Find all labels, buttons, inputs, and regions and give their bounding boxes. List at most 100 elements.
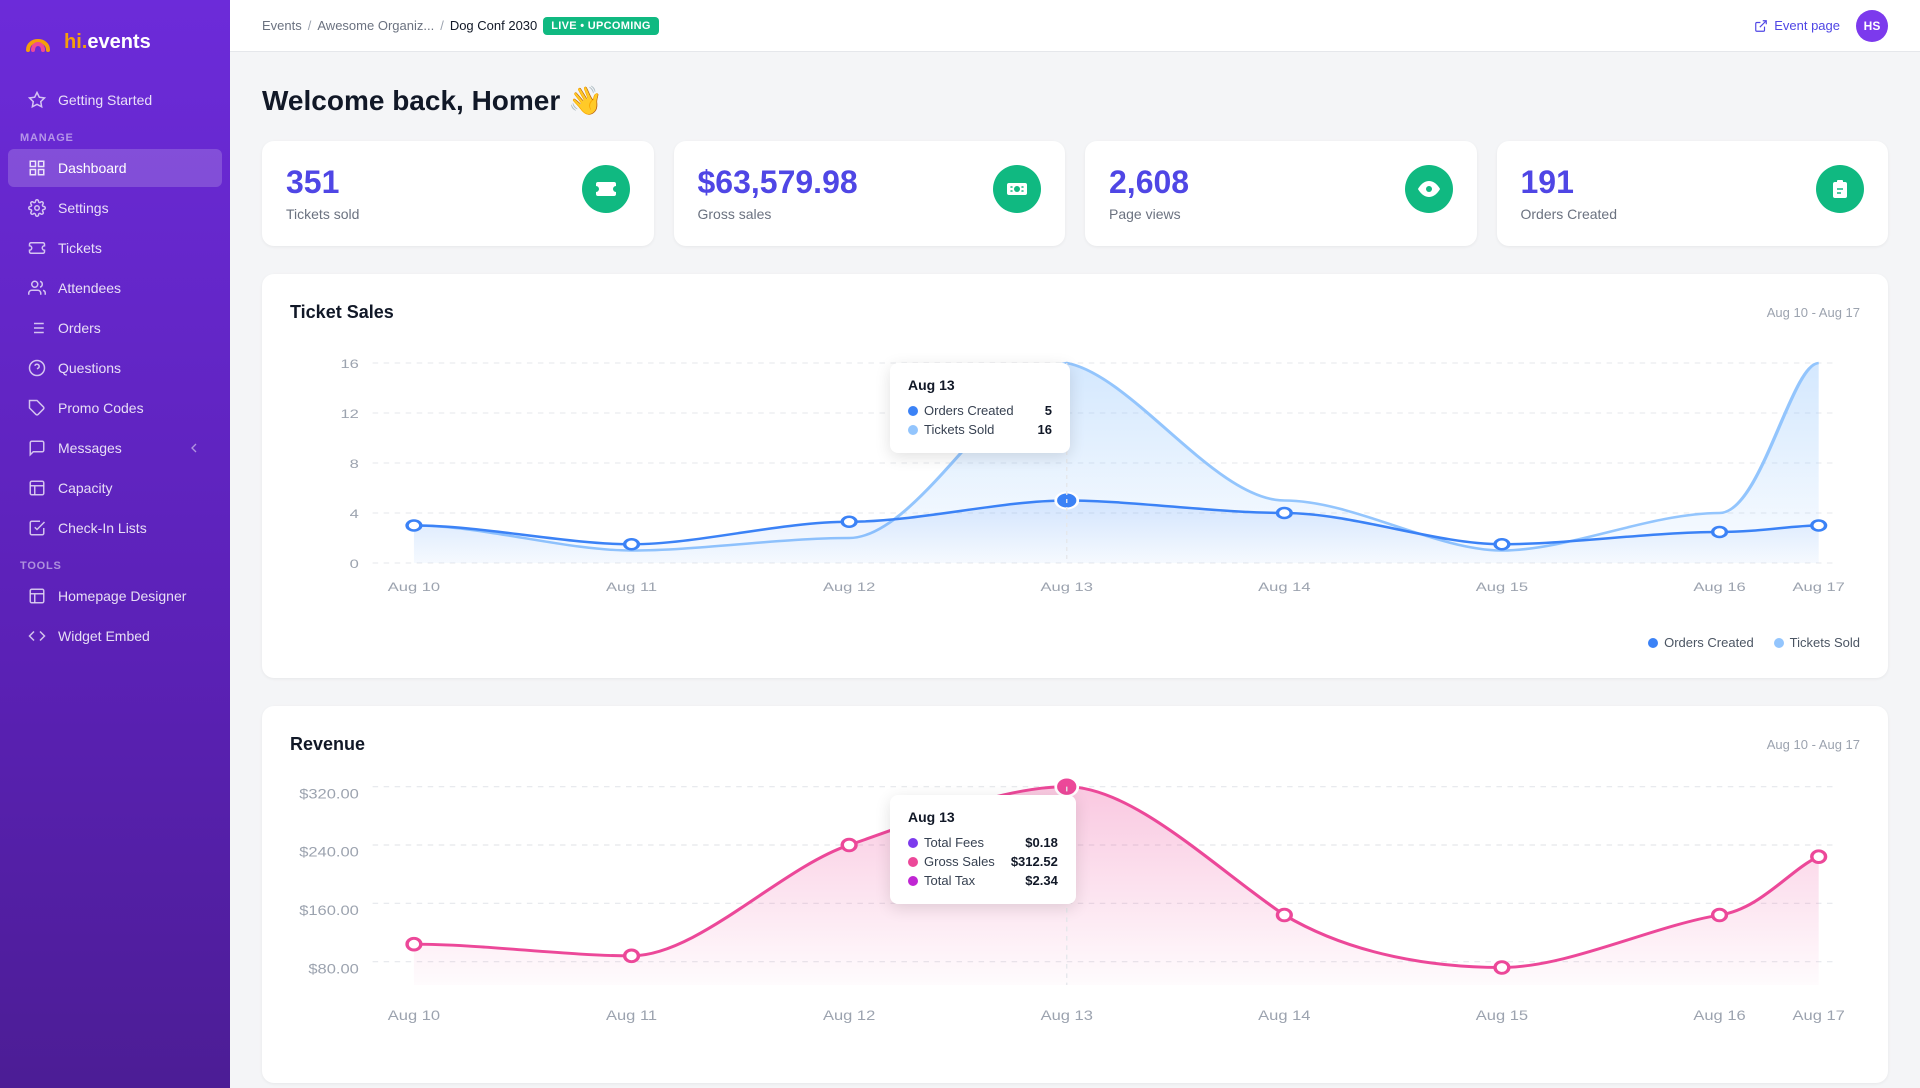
- question-icon: [28, 359, 46, 377]
- svg-text:Aug 11: Aug 11: [606, 581, 657, 594]
- stat-value-tickets: 351: [286, 165, 359, 200]
- sidebar-item-widget-embed[interactable]: Widget Embed: [8, 617, 222, 655]
- legend-tickets-label: Tickets Sold: [1790, 635, 1860, 650]
- checkin-icon: [28, 519, 46, 537]
- chart-legend: Orders Created Tickets Sold: [290, 635, 1860, 650]
- sidebar-item-promo-codes[interactable]: Promo Codes: [8, 389, 222, 427]
- legend-tickets-dot: [1774, 638, 1784, 648]
- tooltip-orders-label: Orders Created: [924, 403, 1014, 418]
- stat-label-orders: Orders Created: [1521, 206, 1617, 222]
- sidebar-item-label: Settings: [58, 200, 109, 216]
- sidebar-item-label: Questions: [58, 360, 121, 376]
- designer-icon: [28, 587, 46, 605]
- stat-label-sales: Gross sales: [698, 206, 858, 222]
- tooltip-fees-value: $0.18: [1025, 835, 1058, 850]
- sidebar-item-tickets[interactable]: Tickets: [8, 229, 222, 267]
- legend-orders-created: Orders Created: [1648, 635, 1754, 650]
- svg-text:Aug 13: Aug 13: [1041, 581, 1093, 594]
- sidebar-item-label: Attendees: [58, 280, 121, 296]
- stat-value-orders: 191: [1521, 165, 1617, 200]
- svg-text:$80.00: $80.00: [308, 962, 358, 978]
- stat-card-tickets: 351 Tickets sold: [262, 141, 654, 246]
- grid-icon: [28, 159, 46, 177]
- stat-card-sales: $63,579.98 Gross sales: [674, 141, 1066, 246]
- ticket-sales-date-range: Aug 10 - Aug 17: [1767, 305, 1860, 320]
- avatar: HS: [1856, 10, 1888, 42]
- breadcrumb-event: Dog Conf 2030: [450, 18, 537, 33]
- sidebar-item-label: Widget Embed: [58, 628, 150, 644]
- tickets-dot: [908, 425, 918, 435]
- svg-text:Aug 14: Aug 14: [1258, 1008, 1311, 1024]
- sidebar-item-label: Orders: [58, 320, 101, 336]
- sidebar-item-dashboard[interactable]: Dashboard: [8, 149, 222, 187]
- ticket-sales-title: Ticket Sales: [290, 302, 394, 323]
- star-icon: [28, 91, 46, 109]
- ticket-sales-chart-area: 0 4 8 12 16 Aug 10 Aug 11 Aug 12 Aug 13 …: [290, 343, 1860, 623]
- revenue-tooltip: Aug 13 Total Fees $0.18 Gross Sales: [890, 795, 1076, 904]
- svg-text:$320.00: $320.00: [299, 787, 359, 803]
- list-icon: [28, 319, 46, 337]
- svg-text:Aug 16: Aug 16: [1693, 581, 1745, 594]
- breadcrumb-sep-1: /: [308, 18, 312, 33]
- svg-text:Aug 12: Aug 12: [823, 1008, 875, 1024]
- eye-icon: [1417, 177, 1441, 201]
- stat-card-views: 2,608 Page views: [1085, 141, 1477, 246]
- svg-text:Aug 17: Aug 17: [1792, 581, 1844, 594]
- tooltip-tickets-value: 16: [1038, 422, 1052, 437]
- sidebar-item-attendees[interactable]: Attendees: [8, 269, 222, 307]
- page-content: Welcome back, Homer 👋 351 Tickets sold $…: [230, 52, 1920, 1088]
- sidebar-item-capacity[interactable]: Capacity: [8, 469, 222, 507]
- svg-text:Aug 15: Aug 15: [1476, 1008, 1528, 1024]
- chart-header: Ticket Sales Aug 10 - Aug 17: [290, 302, 1860, 323]
- sidebar-item-orders[interactable]: Orders: [8, 309, 222, 347]
- cash-icon: [1005, 177, 1029, 201]
- message-icon: [28, 439, 46, 457]
- breadcrumb-organizer[interactable]: Awesome Organiz...: [317, 18, 434, 33]
- widget-icon: [28, 627, 46, 645]
- event-page-link[interactable]: Event page: [1754, 18, 1840, 33]
- orders-stat-icon: [1816, 165, 1864, 213]
- users-icon: [28, 279, 46, 297]
- svg-text:8: 8: [350, 458, 359, 471]
- sidebar-item-homepage-designer[interactable]: Homepage Designer: [8, 577, 222, 615]
- sidebar-item-messages[interactable]: Messages: [8, 429, 222, 467]
- gross-dot: [908, 857, 918, 867]
- svg-text:Aug 13: Aug 13: [1041, 1008, 1093, 1024]
- chevron-left-icon: [186, 440, 202, 456]
- ticket-sales-chart-card: Ticket Sales Aug 10 - Aug 17 0 4 8 12 16: [262, 274, 1888, 678]
- breadcrumb: Events / Awesome Organiz... / Dog Conf 2…: [262, 17, 659, 35]
- sidebar-item-getting-started[interactable]: Getting Started: [8, 81, 222, 119]
- tooltip-tax-value: $2.34: [1025, 873, 1058, 888]
- ticket-icon: [594, 177, 618, 201]
- revenue-title: Revenue: [290, 734, 365, 755]
- clipboard-icon: [1828, 177, 1852, 201]
- sidebar-item-label: Messages: [58, 440, 122, 456]
- sidebar-item-checkin[interactable]: Check-In Lists: [8, 509, 222, 547]
- tooltip-tax-label: Total Tax: [924, 873, 975, 888]
- svg-text:Aug 16: Aug 16: [1693, 1008, 1745, 1024]
- page-title: Welcome back, Homer 👋: [262, 84, 1888, 117]
- tooltip-row-gross: Gross Sales $312.52: [908, 852, 1058, 871]
- svg-text:Aug 15: Aug 15: [1476, 581, 1528, 594]
- logo-icon: [20, 24, 56, 60]
- sidebar-item-questions[interactable]: Questions: [8, 349, 222, 387]
- settings-icon: [28, 199, 46, 217]
- breadcrumb-events[interactable]: Events: [262, 18, 302, 33]
- ticket-sales-svg: 0 4 8 12 16 Aug 10 Aug 11 Aug 12 Aug 13 …: [290, 343, 1860, 623]
- sales-stat-icon: [993, 165, 1041, 213]
- capacity-icon: [28, 479, 46, 497]
- svg-text:0: 0: [350, 558, 359, 571]
- tooltip-fees-label: Total Fees: [924, 835, 984, 850]
- fees-dot: [908, 838, 918, 848]
- svg-text:12: 12: [340, 408, 358, 421]
- sidebar-item-settings[interactable]: Settings: [8, 189, 222, 227]
- views-stat-icon: [1405, 165, 1453, 213]
- tag-icon: [28, 399, 46, 417]
- topbar: Events / Awesome Organiz... / Dog Conf 2…: [230, 0, 1920, 52]
- manage-section-label: Manage: [0, 120, 230, 148]
- tooltip-row-fees: Total Fees $0.18: [908, 833, 1058, 852]
- tools-section-label: Tools: [0, 548, 230, 576]
- live-badge: LIVE • UPCOMING: [543, 17, 658, 35]
- tax-dot: [908, 876, 918, 886]
- tooltip-row-orders: Orders Created 5: [908, 401, 1052, 420]
